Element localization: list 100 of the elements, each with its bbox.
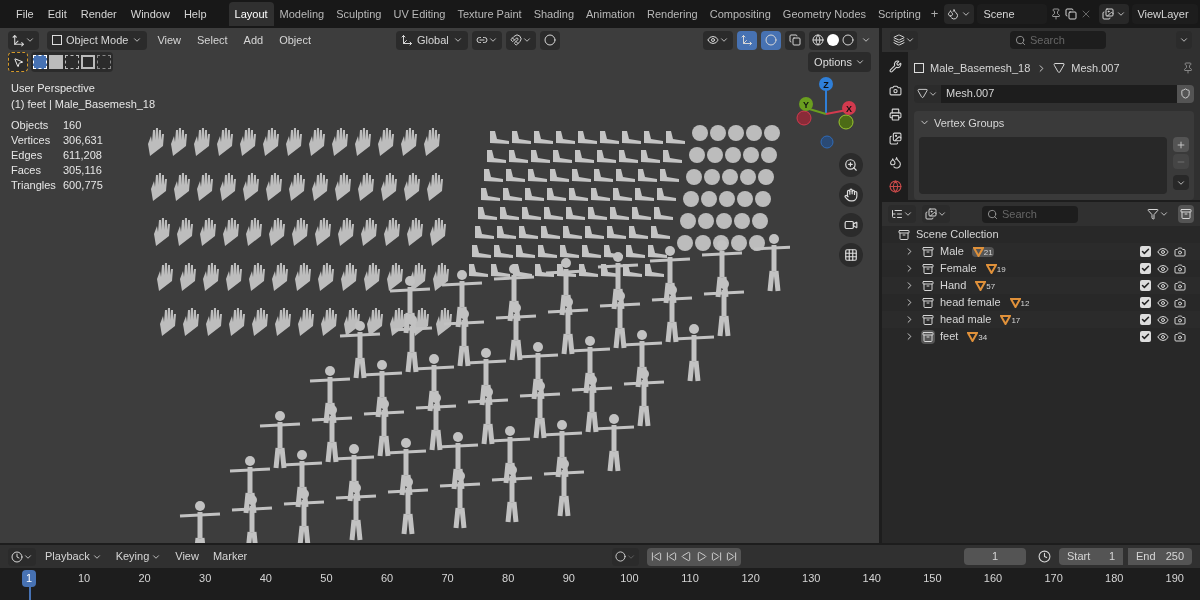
solid-shading-icon xyxy=(827,34,839,46)
include-checkbox[interactable] xyxy=(1140,263,1151,274)
caret-icon xyxy=(937,209,947,219)
camera-view-button[interactable] xyxy=(839,213,863,237)
collection-name: Hand xyxy=(940,278,967,294)
workspace-tab[interactable]: Texture Paint xyxy=(451,1,528,27)
play-reverse-icon xyxy=(681,551,693,562)
workspace-tab[interactable]: Geometry Nodes xyxy=(776,1,872,27)
menu-item[interactable]: Edit xyxy=(41,3,73,25)
search-icon xyxy=(1015,34,1026,46)
viewport-info-text: User Perspective xyxy=(11,81,96,96)
orientation-dropdown[interactable]: Global xyxy=(396,30,468,50)
playback-controls[interactable] xyxy=(647,547,742,566)
add-button[interactable] xyxy=(1173,137,1189,152)
timeline-ruler[interactable]: 1 10 20 30 40 50 60 70 80 90 100 110 120 130 140 150 160 170 180 190 xyxy=(0,568,1200,600)
panel-header[interactable]: Vertex Groups xyxy=(919,114,1189,131)
menu-item[interactable]: Add xyxy=(237,31,270,49)
3d-viewport[interactable]: Object Mode View Select Add Object Global User Perspective (1) feet | Male_Basemesh_18 Objects 160 Vertices 306,631 Edges 611,208 Faces 305,116 Triangles 600,775 Options Z Y X xyxy=(0,28,879,543)
outliner-row[interactable]: head female 12 xyxy=(882,294,1200,311)
xray-toggle[interactable] xyxy=(785,30,805,50)
end-frame-field[interactable]: End 250 xyxy=(1128,548,1192,565)
fake-user-button[interactable] xyxy=(1177,84,1194,103)
menu-item[interactable]: File xyxy=(10,3,40,25)
navigation-gizmo[interactable]: Z Y X xyxy=(791,74,861,149)
collection-name: Scene Collection xyxy=(916,227,999,243)
plus-icon xyxy=(1176,139,1186,150)
view-layer-selector[interactable] xyxy=(1099,4,1130,24)
include-checkbox[interactable] xyxy=(1140,314,1151,325)
visibility-button[interactable] xyxy=(703,30,733,50)
shading-buttons[interactable] xyxy=(809,30,857,50)
search-field[interactable]: Search xyxy=(982,205,1078,223)
frame-number: 130 xyxy=(802,571,821,586)
auto-keying-button[interactable] xyxy=(612,547,640,566)
include-checkbox[interactable] xyxy=(1140,297,1151,308)
mode-dropdown[interactable]: Object Mode xyxy=(47,30,148,50)
camera-icon xyxy=(844,218,858,232)
include-checkbox[interactable] xyxy=(1140,331,1151,342)
outliner-row[interactable]: feet 34 xyxy=(882,328,1200,345)
display-mode-button[interactable] xyxy=(922,205,950,223)
stat-value: 600,775 xyxy=(63,178,104,193)
overlay-toggle[interactable] xyxy=(761,30,781,50)
menu-item[interactable]: Marker xyxy=(207,548,253,565)
workspace-tab[interactable]: Layout xyxy=(228,1,274,27)
snap-button[interactable] xyxy=(505,30,536,50)
frame-number: 90 xyxy=(562,571,575,586)
selection-mode-buttons[interactable] xyxy=(31,52,113,72)
caret-icon xyxy=(961,9,972,19)
add-workspace-button[interactable]: + xyxy=(926,4,943,24)
menu-item[interactable]: Object xyxy=(273,31,317,49)
menu-item[interactable]: Playback xyxy=(40,548,107,565)
gizmo-toggle[interactable] xyxy=(737,30,757,50)
scene-selector[interactable] xyxy=(944,4,975,24)
workspace-tab[interactable]: Modeling xyxy=(273,1,331,27)
workspace-tab[interactable]: Compositing xyxy=(703,1,777,27)
include-checkbox[interactable] xyxy=(1140,280,1151,291)
menu-item[interactable]: View xyxy=(170,548,204,565)
link-icon xyxy=(475,34,488,46)
menu-item[interactable]: Window xyxy=(124,3,176,25)
editor-type-button[interactable] xyxy=(888,205,916,223)
editor-type-button[interactable] xyxy=(8,30,39,50)
scene-field[interactable]: Scene xyxy=(977,4,1048,24)
editor-type-button[interactable] xyxy=(890,30,918,50)
mesh-name-field[interactable]: Mesh.007 xyxy=(941,84,1177,103)
mesh-count-badge[interactable]: 21 xyxy=(971,246,994,257)
menu-item[interactable]: Select xyxy=(191,31,234,49)
workspace-tab[interactable]: Sculpting xyxy=(330,1,388,27)
proportional-button[interactable] xyxy=(539,30,560,50)
more-button[interactable] xyxy=(1173,175,1189,190)
frame-number: 120 xyxy=(741,571,760,586)
workspace-tab[interactable]: Animation xyxy=(580,1,641,27)
new-collection-button[interactable] xyxy=(1178,205,1194,223)
tool-icon xyxy=(888,60,902,73)
grid-view-button[interactable] xyxy=(839,243,863,267)
current-frame-marker[interactable]: 1 xyxy=(22,570,37,587)
menu-item[interactable]: Keying xyxy=(110,548,167,565)
frame-number: 180 xyxy=(1105,571,1124,586)
play-icon xyxy=(696,551,708,562)
outliner-row[interactable]: Female 19 xyxy=(882,260,1200,277)
current-frame-field[interactable]: 1 xyxy=(964,548,1026,565)
select-tool-button[interactable] xyxy=(8,52,28,72)
menu-item[interactable]: Render xyxy=(74,3,123,25)
pan-button[interactable] xyxy=(839,183,863,207)
search-field[interactable]: Search xyxy=(1010,31,1106,49)
mesh-browse-button[interactable] xyxy=(914,84,941,103)
menu-item[interactable]: View xyxy=(151,31,188,49)
workspace-tab[interactable]: Shading xyxy=(527,1,581,27)
menu-item[interactable]: Help xyxy=(177,3,213,25)
view-layer-field[interactable]: ViewLayer xyxy=(1132,4,1199,24)
zoom-button[interactable] xyxy=(839,153,863,177)
include-checkbox[interactable] xyxy=(1140,246,1151,257)
pivot-button[interactable] xyxy=(471,30,502,50)
collection-icon xyxy=(898,228,910,241)
start-frame-field[interactable]: Start 1 xyxy=(1059,548,1123,565)
workspace-tab[interactable]: Scripting xyxy=(872,1,927,27)
object-icon xyxy=(914,63,924,74)
options-dropdown[interactable]: Options xyxy=(808,52,871,72)
workspace-tab[interactable]: Rendering xyxy=(640,1,704,27)
workspace-tab[interactable]: UV Editing xyxy=(387,1,452,27)
frame-number: 30 xyxy=(199,571,212,586)
editor-type-button[interactable] xyxy=(8,547,36,566)
